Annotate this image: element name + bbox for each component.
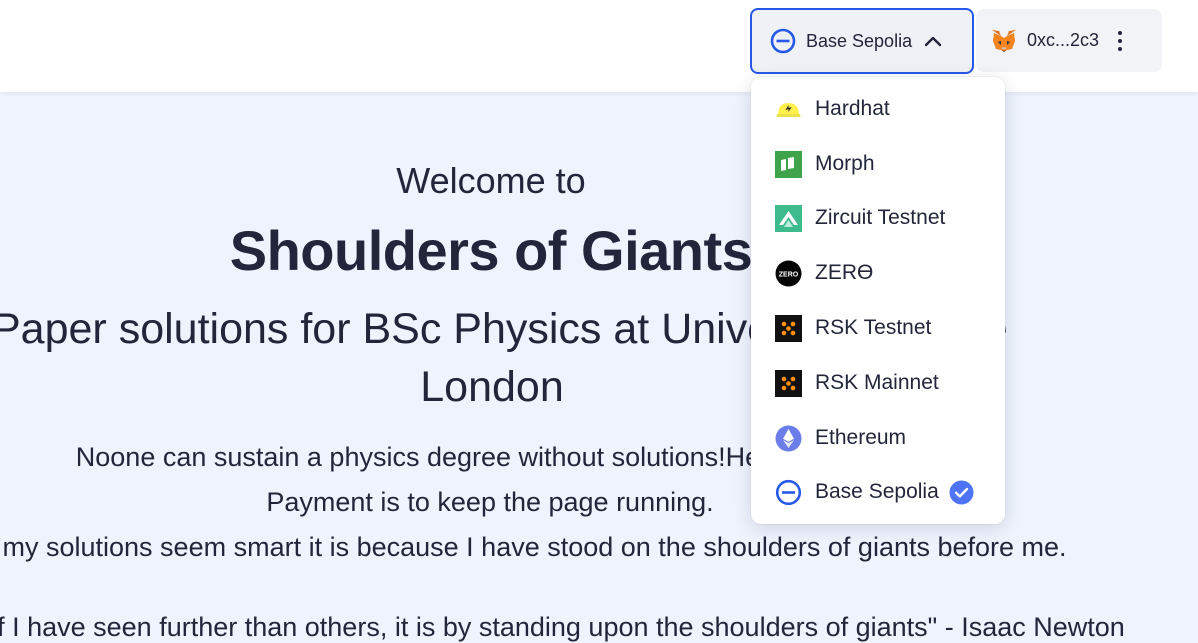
morph-icon xyxy=(775,150,802,178)
network-option-base-sepolia[interactable]: Base Sepolia xyxy=(751,466,1005,518)
network-option-zircuit-testnet[interactable]: Zircuit Testnet xyxy=(751,192,1005,244)
base-sepolia-icon xyxy=(775,479,802,506)
top-bar: Base Sepolia 0xc...2c3 xyxy=(0,0,1198,92)
network-option-zero[interactable]: ZERO ZERϴ xyxy=(751,247,1005,299)
network-option-hardhat[interactable]: Hardhat xyxy=(751,83,1005,135)
check-circle-icon xyxy=(949,480,974,505)
network-option-morph[interactable]: Morph xyxy=(751,138,1005,190)
zero-icon: ZERO xyxy=(775,260,802,287)
ethereum-icon xyxy=(775,425,802,452)
network-option-label: Hardhat xyxy=(815,97,890,120)
chevron-up-icon xyxy=(924,35,942,47)
network-option-label: ZERϴ xyxy=(815,261,874,284)
account-address: 0xc...2c3 xyxy=(1027,30,1100,50)
base-sepolia-icon xyxy=(770,28,796,54)
hero-section: Welcome to Shoulders of Giants Paper sol… xyxy=(0,92,1198,642)
rsk-icon xyxy=(775,314,802,342)
intro-paragraph-3: If my solutions seem smart it is because… xyxy=(0,532,1067,562)
network-selector-label: Base Sepolia xyxy=(806,30,913,51)
svg-text:ZERO: ZERO xyxy=(779,271,799,278)
network-option-label: RSK Testnet xyxy=(815,316,932,339)
zircuit-icon xyxy=(775,204,802,232)
network-option-label: Zircuit Testnet xyxy=(815,206,946,229)
network-dropdown-menu: Hardhat Morph Zircuit Testnet ZERO ZERϴ … xyxy=(751,77,1005,524)
network-option-label: RSK Mainnet xyxy=(815,371,939,394)
network-option-rsk-testnet[interactable]: RSK Testnet xyxy=(751,302,1005,354)
network-option-label: Base Sepolia xyxy=(815,480,939,503)
metamask-fox-icon xyxy=(990,28,1018,54)
network-option-ethereum[interactable]: Ethereum xyxy=(751,412,1005,464)
hardhat-icon xyxy=(775,96,802,123)
more-vertical-icon[interactable] xyxy=(1114,27,1126,55)
network-option-label: Ethereum xyxy=(815,426,907,449)
rsk-icon xyxy=(775,369,802,397)
account-button[interactable]: 0xc...2c3 xyxy=(976,9,1162,72)
network-option-label: Morph xyxy=(815,152,875,175)
network-selector-button[interactable]: Base Sepolia xyxy=(750,8,974,74)
network-option-rsk-mainnet[interactable]: RSK Mainnet xyxy=(751,357,1005,409)
